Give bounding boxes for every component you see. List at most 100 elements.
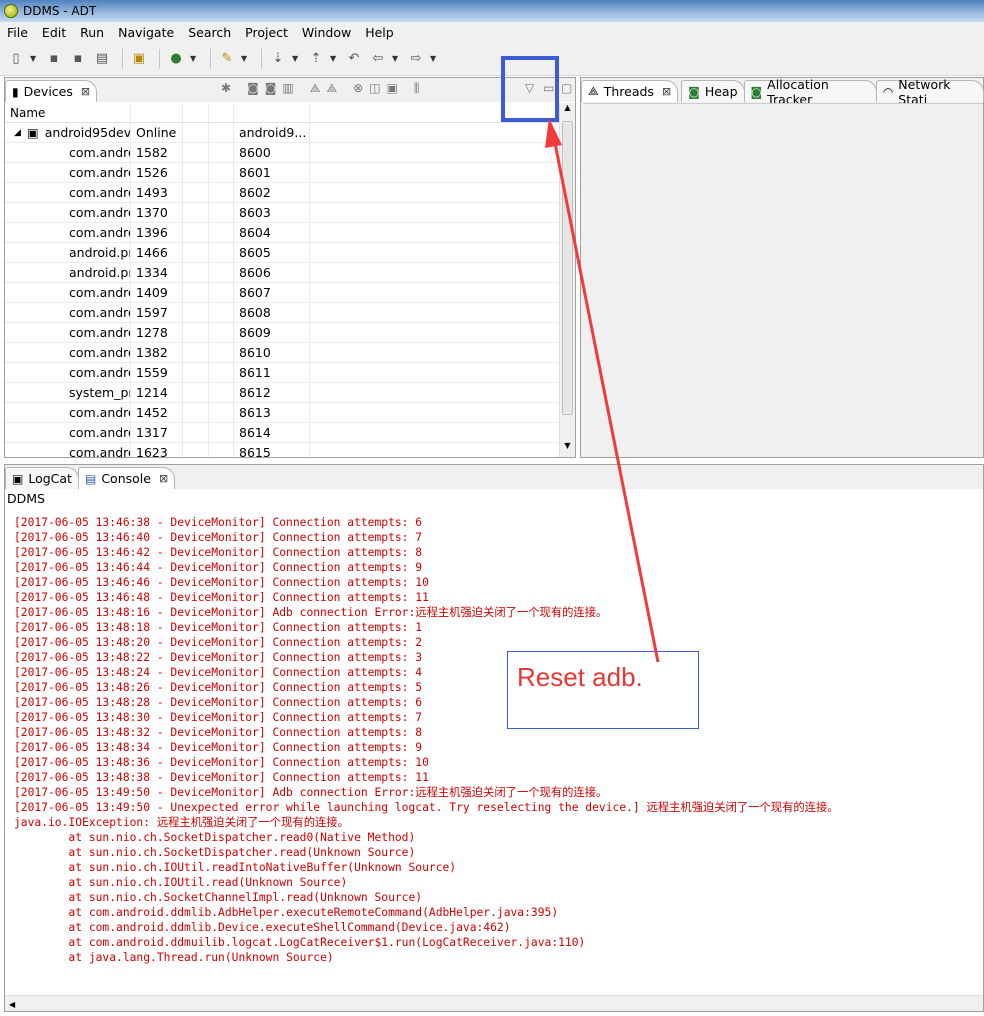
bottom-tabbar: ▣ LogCat ▤ Console ⊠ xyxy=(5,465,983,489)
process-pid: 1526 xyxy=(136,165,168,180)
close-icon[interactable]: ⊠ xyxy=(81,85,90,98)
console-icon[interactable]: ▣ xyxy=(129,49,149,69)
menu-file[interactable]: File xyxy=(0,25,35,40)
print-icon[interactable]: ▤ xyxy=(92,49,112,69)
prev-annotation-dropdown-icon[interactable]: ▼ xyxy=(330,54,338,63)
tab-heap[interactable]: ◙ Heap xyxy=(681,80,745,102)
new-dropdown-icon[interactable]: ▼ xyxy=(30,54,38,63)
process-row[interactable]: com.andro 1370 8603 xyxy=(5,203,559,223)
allocation-icon: ◙ xyxy=(750,84,763,99)
process-row[interactable]: com.andro 1597 8608 xyxy=(5,303,559,323)
process-name: com.andro xyxy=(69,365,131,380)
device-row[interactable]: ◢ ▣ android95dev Online android9... xyxy=(5,123,559,143)
process-row[interactable]: com.andro 1396 8604 xyxy=(5,223,559,243)
dump-view-hierarchy-icon[interactable]: ▣ xyxy=(387,81,398,96)
console-line: [2017-06-05 13:46:46 - DeviceMonitor] Co… xyxy=(14,576,429,589)
wifi-icon: ◠ xyxy=(882,84,894,99)
process-port: 8610 xyxy=(239,345,271,360)
dump-hprof-icon[interactable]: ◙ xyxy=(265,81,277,96)
debug-dropdown-icon[interactable]: ▼ xyxy=(241,54,249,63)
process-name: com.andro xyxy=(69,425,131,440)
process-row[interactable]: android.pr 1466 8605 xyxy=(5,243,559,263)
menu-navigate[interactable]: Navigate xyxy=(111,25,181,40)
column-status[interactable] xyxy=(131,103,183,122)
column-blank-2[interactable] xyxy=(209,103,234,122)
tab-network-statistics[interactable]: ◠ Network Stati xyxy=(875,77,984,107)
scroll-thumb[interactable] xyxy=(562,121,573,415)
tab-console[interactable]: ▤ Console ⊠ xyxy=(77,467,176,489)
process-row[interactable]: com.andro 1559 8611 xyxy=(5,363,559,383)
process-row[interactable]: com.andro 1278 8609 xyxy=(5,323,559,343)
tab-logcat[interactable]: ▣ LogCat xyxy=(5,467,79,489)
run-icon[interactable]: ● xyxy=(166,49,186,69)
close-icon[interactable]: ⊠ xyxy=(662,85,671,98)
console-line: at sun.nio.ch.SocketChannelImpl.read(Unk… xyxy=(14,891,423,904)
save-all-icon[interactable]: ▪ xyxy=(68,49,88,69)
scroll-down-icon[interactable]: ▼ xyxy=(560,441,575,457)
forward-dropdown-icon[interactable]: ▼ xyxy=(430,54,438,63)
process-row[interactable]: com.andro 1582 8600 xyxy=(5,143,559,163)
process-name: com.andro xyxy=(69,305,131,320)
debug-process-icon[interactable]: ✱ xyxy=(221,81,231,96)
menu-run[interactable]: Run xyxy=(73,25,111,40)
screen-capture-icon[interactable]: ◫ xyxy=(369,81,380,96)
process-pid: 1317 xyxy=(136,425,168,440)
close-icon[interactable]: ⊠ xyxy=(159,472,168,485)
update-threads-icon[interactable]: ⟁ xyxy=(310,81,321,96)
process-row[interactable]: com.andro 1526 8601 xyxy=(5,163,559,183)
tab-threads[interactable]: ⟁ Threads ⊠ xyxy=(581,80,679,102)
menu-search[interactable]: Search xyxy=(181,25,238,40)
prev-annotation-icon[interactable]: ⇡ xyxy=(306,49,326,69)
process-row[interactable]: com.andro 1382 8610 xyxy=(5,343,559,363)
console-line: at sun.nio.ch.IOUtil.read(Unknown Source… xyxy=(14,876,348,889)
console-line: at sun.nio.ch.SocketDispatcher.read0(Nat… xyxy=(14,831,416,844)
cause-gc-icon[interactable]: ▥ xyxy=(282,81,293,96)
console-tab-icon: ▤ xyxy=(84,471,97,486)
next-annotation-dropdown-icon[interactable]: ▼ xyxy=(292,54,300,63)
back-dropdown-icon[interactable]: ▼ xyxy=(392,54,400,63)
run-dropdown-icon[interactable]: ▼ xyxy=(190,54,198,63)
process-row[interactable]: android.pr 1334 8606 xyxy=(5,263,559,283)
console-line: [2017-06-05 13:48:28 - DeviceMonitor] Co… xyxy=(14,696,423,709)
menu-edit[interactable]: Edit xyxy=(35,25,73,40)
update-heap-icon[interactable]: ◙ xyxy=(247,81,259,96)
process-row[interactable]: com.andro 1493 8602 xyxy=(5,183,559,203)
systrace-icon[interactable]: ⫼ xyxy=(414,81,420,96)
stop-process-icon[interactable]: ⊗ xyxy=(353,81,363,96)
forward-icon[interactable]: ⇨ xyxy=(406,49,426,69)
menu-help[interactable]: Help xyxy=(358,25,401,40)
phone-icon: ▮ xyxy=(12,84,19,99)
column-name[interactable]: Name xyxy=(5,103,131,122)
console-output[interactable]: [2017-06-05 13:46:38 - DeviceMonitor] Co… xyxy=(5,513,983,995)
scroll-up-icon[interactable]: ▲ xyxy=(560,103,575,119)
process-name: android.pr xyxy=(69,265,131,280)
console-horizontal-scrollbar[interactable]: ◀ xyxy=(5,995,983,1011)
process-name: com.andro xyxy=(69,285,131,300)
process-port: 8609 xyxy=(239,325,271,340)
last-edit-icon[interactable]: ↶ xyxy=(344,49,364,69)
devices-vertical-scrollbar[interactable]: ▲ ▼ xyxy=(559,103,575,457)
process-row[interactable]: com.andro 1452 8613 xyxy=(5,403,559,423)
next-annotation-icon[interactable]: ⇣ xyxy=(268,49,288,69)
back-icon[interactable]: ⇦ xyxy=(368,49,388,69)
console-line: [2017-06-05 13:48:32 - DeviceMonitor] Co… xyxy=(14,726,423,739)
tab-allocation-tracker[interactable]: ◙ Allocation Tracker xyxy=(743,77,877,107)
menu-project[interactable]: Project xyxy=(238,25,295,40)
column-port[interactable] xyxy=(234,103,310,122)
expand-triangle-icon[interactable]: ◢ xyxy=(14,128,21,138)
debug-icon[interactable]: ✎ xyxy=(217,49,237,69)
window-title-bar[interactable]: DDMS - ADT xyxy=(0,0,984,22)
scroll-left-icon[interactable]: ◀ xyxy=(5,1000,15,1009)
start-method-profiling-icon[interactable]: ⟁ xyxy=(326,81,337,96)
process-row[interactable]: com.andro 1317 8614 xyxy=(5,423,559,443)
save-icon[interactable]: ▪ xyxy=(44,49,64,69)
process-row[interactable]: system_prc 1214 8612 xyxy=(5,383,559,403)
new-icon[interactable]: ▯ xyxy=(6,49,26,69)
process-row[interactable]: com.andro 1623 8615 xyxy=(5,443,559,457)
tab-devices[interactable]: ▮ Devices ⊠ xyxy=(5,80,98,102)
maximize-icon[interactable]: ▢ xyxy=(561,81,572,95)
process-row[interactable]: com.andro 1409 8607 xyxy=(5,283,559,303)
process-port: 8612 xyxy=(239,385,271,400)
menu-window[interactable]: Window xyxy=(295,25,358,40)
column-blank-1[interactable] xyxy=(183,103,209,122)
